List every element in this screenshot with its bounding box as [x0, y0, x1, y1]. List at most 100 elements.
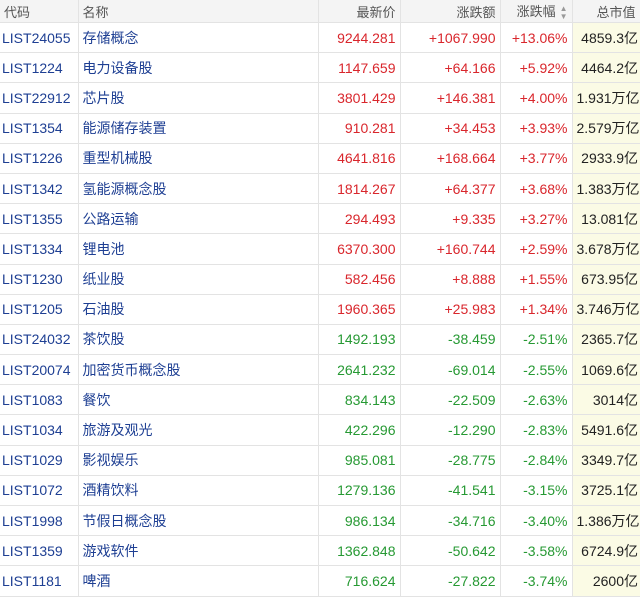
row-change: +160.744	[400, 233, 501, 265]
row-market-cap: 2365.7亿	[572, 324, 640, 356]
row-change-pct: +5.92%	[500, 52, 573, 84]
row-price: 910.281	[318, 113, 401, 144]
row-name[interactable]: 啤酒	[78, 565, 319, 597]
table-row[interactable]: LIST1181 啤酒 716.624 -27.822 -3.74% 2600亿	[0, 565, 640, 597]
row-name[interactable]: 存储概念	[78, 22, 319, 54]
table-row[interactable]: LIST1029 影视娱乐 985.081 -28.775 -2.84% 3349.7亿	[0, 445, 640, 476]
table-row[interactable]: LIST1226 重型机械股 4641.816 +168.664 +3.77% 2933.…	[0, 143, 640, 174]
row-market-cap: 13.081亿	[572, 203, 640, 235]
row-change: +168.664	[400, 143, 501, 174]
row-market-cap: 4464.2亿	[572, 52, 640, 84]
row-price: 2641.232	[318, 354, 401, 386]
row-market-cap: 1069.6亿	[572, 354, 640, 386]
column-header-name[interactable]: 名称	[78, 0, 319, 23]
row-code[interactable]: LIST24055	[0, 22, 79, 54]
table-row[interactable]: LIST1359 游戏软件 1362.848 -50.642 -3.58% 6724.9亿	[0, 535, 640, 567]
row-name[interactable]: 纸业股	[78, 264, 319, 295]
table-row[interactable]: LIST1224 电力设备股 1147.659 +64.166 +5.92% 4464.2…	[0, 52, 640, 84]
row-price: 1147.659	[318, 52, 401, 84]
column-header-price[interactable]: 最新价	[318, 0, 401, 23]
row-change: -34.716	[400, 505, 501, 537]
row-change-pct: +1.55%	[500, 264, 573, 295]
row-code[interactable]: LIST1359	[0, 535, 79, 567]
row-code[interactable]: LIST24032	[0, 324, 79, 356]
row-market-cap: 3014亿	[572, 384, 640, 416]
row-name[interactable]: 石油股	[78, 294, 319, 325]
row-name[interactable]: 加密货币概念股	[78, 354, 319, 386]
row-name[interactable]: 公路运输	[78, 203, 319, 235]
column-header-change[interactable]: 涨跌额	[400, 0, 501, 23]
row-code[interactable]: LIST1342	[0, 173, 79, 205]
column-header-price-label: 最新价	[356, 4, 396, 20]
table-row[interactable]: LIST1083 餐饮 834.143 -22.509 -2.63% 3014亿	[0, 384, 640, 416]
row-change: +1067.990	[400, 22, 501, 54]
row-name[interactable]: 氢能源概念股	[78, 173, 319, 205]
row-name[interactable]: 芯片股	[78, 82, 319, 114]
row-name[interactable]: 游戏软件	[78, 535, 319, 567]
row-market-cap: 3725.1亿	[572, 475, 640, 507]
row-change-pct: +3.93%	[500, 113, 573, 144]
table-row[interactable]: LIST20074 加密货币概念股 2641.232 -69.014 -2.55% 106…	[0, 354, 640, 386]
row-code[interactable]: LIST1230	[0, 264, 79, 295]
row-code[interactable]: LIST1224	[0, 52, 79, 84]
table-row[interactable]: LIST1034 旅游及观光 422.296 -12.290 -2.83% 5491.6亿	[0, 414, 640, 446]
row-name[interactable]: 重型机械股	[78, 143, 319, 174]
row-code[interactable]: LIST1034	[0, 414, 79, 446]
row-code[interactable]: LIST20074	[0, 354, 79, 386]
row-name[interactable]: 电力设备股	[78, 52, 319, 84]
row-code[interactable]: LIST1029	[0, 445, 79, 476]
row-change: -27.822	[400, 565, 501, 597]
row-market-cap: 3.678万亿	[572, 233, 640, 265]
table-row[interactable]: LIST1230 纸业股 582.456 +8.888 +1.55% 673.95亿	[0, 264, 640, 295]
column-header-cap[interactable]: 总市值	[572, 0, 640, 23]
table-row[interactable]: LIST22912 芯片股 3801.429 +146.381 +4.00% 1.931万…	[0, 82, 640, 114]
row-code[interactable]: LIST22912	[0, 82, 79, 114]
row-code[interactable]: LIST1072	[0, 475, 79, 507]
table-row[interactable]: LIST1342 氢能源概念股 1814.267 +64.377 +3.68% 1.383…	[0, 173, 640, 205]
row-price: 422.296	[318, 414, 401, 446]
row-name[interactable]: 锂电池	[78, 233, 319, 265]
table-row[interactable]: LIST1354 能源储存装置 910.281 +34.453 +3.93% 2.579万…	[0, 113, 640, 144]
row-code[interactable]: LIST1355	[0, 203, 79, 235]
row-name[interactable]: 能源储存装置	[78, 113, 319, 144]
row-change-pct: +4.00%	[500, 82, 573, 114]
row-code[interactable]: LIST1205	[0, 294, 79, 325]
row-name[interactable]: 旅游及观光	[78, 414, 319, 446]
column-header-name-label: 名称	[82, 4, 109, 20]
row-price: 834.143	[318, 384, 401, 416]
row-change: +9.335	[400, 203, 501, 235]
row-market-cap: 673.95亿	[572, 264, 640, 295]
row-market-cap: 3.746万亿	[572, 294, 640, 325]
table-row[interactable]: LIST24055 存储概念 9244.281 +1067.990 +13.06% 485…	[0, 22, 640, 54]
row-name[interactable]: 影视娱乐	[78, 445, 319, 476]
row-name[interactable]: 茶饮股	[78, 324, 319, 356]
row-name[interactable]: 餐饮	[78, 384, 319, 416]
row-name[interactable]: 酒精饮料	[78, 475, 319, 507]
row-name[interactable]: 节假日概念股	[78, 505, 319, 537]
table-row[interactable]: LIST1355 公路运输 294.493 +9.335 +3.27% 13.081亿	[0, 203, 640, 235]
column-header-cap-label: 总市值	[596, 4, 636, 20]
column-header-code-label: 代码	[4, 4, 31, 20]
table-row[interactable]: LIST1072 酒精饮料 1279.136 -41.541 -3.15% 3725.1亿	[0, 475, 640, 507]
sort-arrows-icon[interactable]: ▲ ▼	[560, 4, 568, 21]
column-header-pct-label: 涨跌幅	[516, 4, 556, 20]
row-change-pct: +1.34%	[500, 294, 573, 325]
table-row[interactable]: LIST1998 节假日概念股 986.134 -34.716 -3.40% 1.386万…	[0, 505, 640, 537]
row-code[interactable]: LIST1334	[0, 233, 79, 265]
row-change-pct: -2.84%	[500, 445, 573, 476]
row-code[interactable]: LIST1083	[0, 384, 79, 416]
column-header-code[interactable]: 代码	[0, 0, 79, 23]
table-row[interactable]: LIST24032 茶饮股 1492.193 -38.459 -2.51% 2365.7亿	[0, 324, 640, 356]
row-code[interactable]: LIST1354	[0, 113, 79, 144]
row-code[interactable]: LIST1181	[0, 565, 79, 597]
row-code[interactable]: LIST1226	[0, 143, 79, 174]
row-code[interactable]: LIST1998	[0, 505, 79, 537]
table-row[interactable]: LIST1334 锂电池 6370.300 +160.744 +2.59% 3.678万亿	[0, 233, 640, 265]
row-change: +64.377	[400, 173, 501, 205]
table-row[interactable]: LIST1205 石油股 1960.365 +25.983 +1.34% 3.746万亿	[0, 294, 640, 325]
row-price: 9244.281	[318, 22, 401, 54]
column-header-pct[interactable]: 涨跌幅 ▲ ▼	[500, 0, 573, 23]
row-change-pct: -2.83%	[500, 414, 573, 446]
row-change: -50.642	[400, 535, 501, 567]
row-change-pct: -3.40%	[500, 505, 573, 537]
